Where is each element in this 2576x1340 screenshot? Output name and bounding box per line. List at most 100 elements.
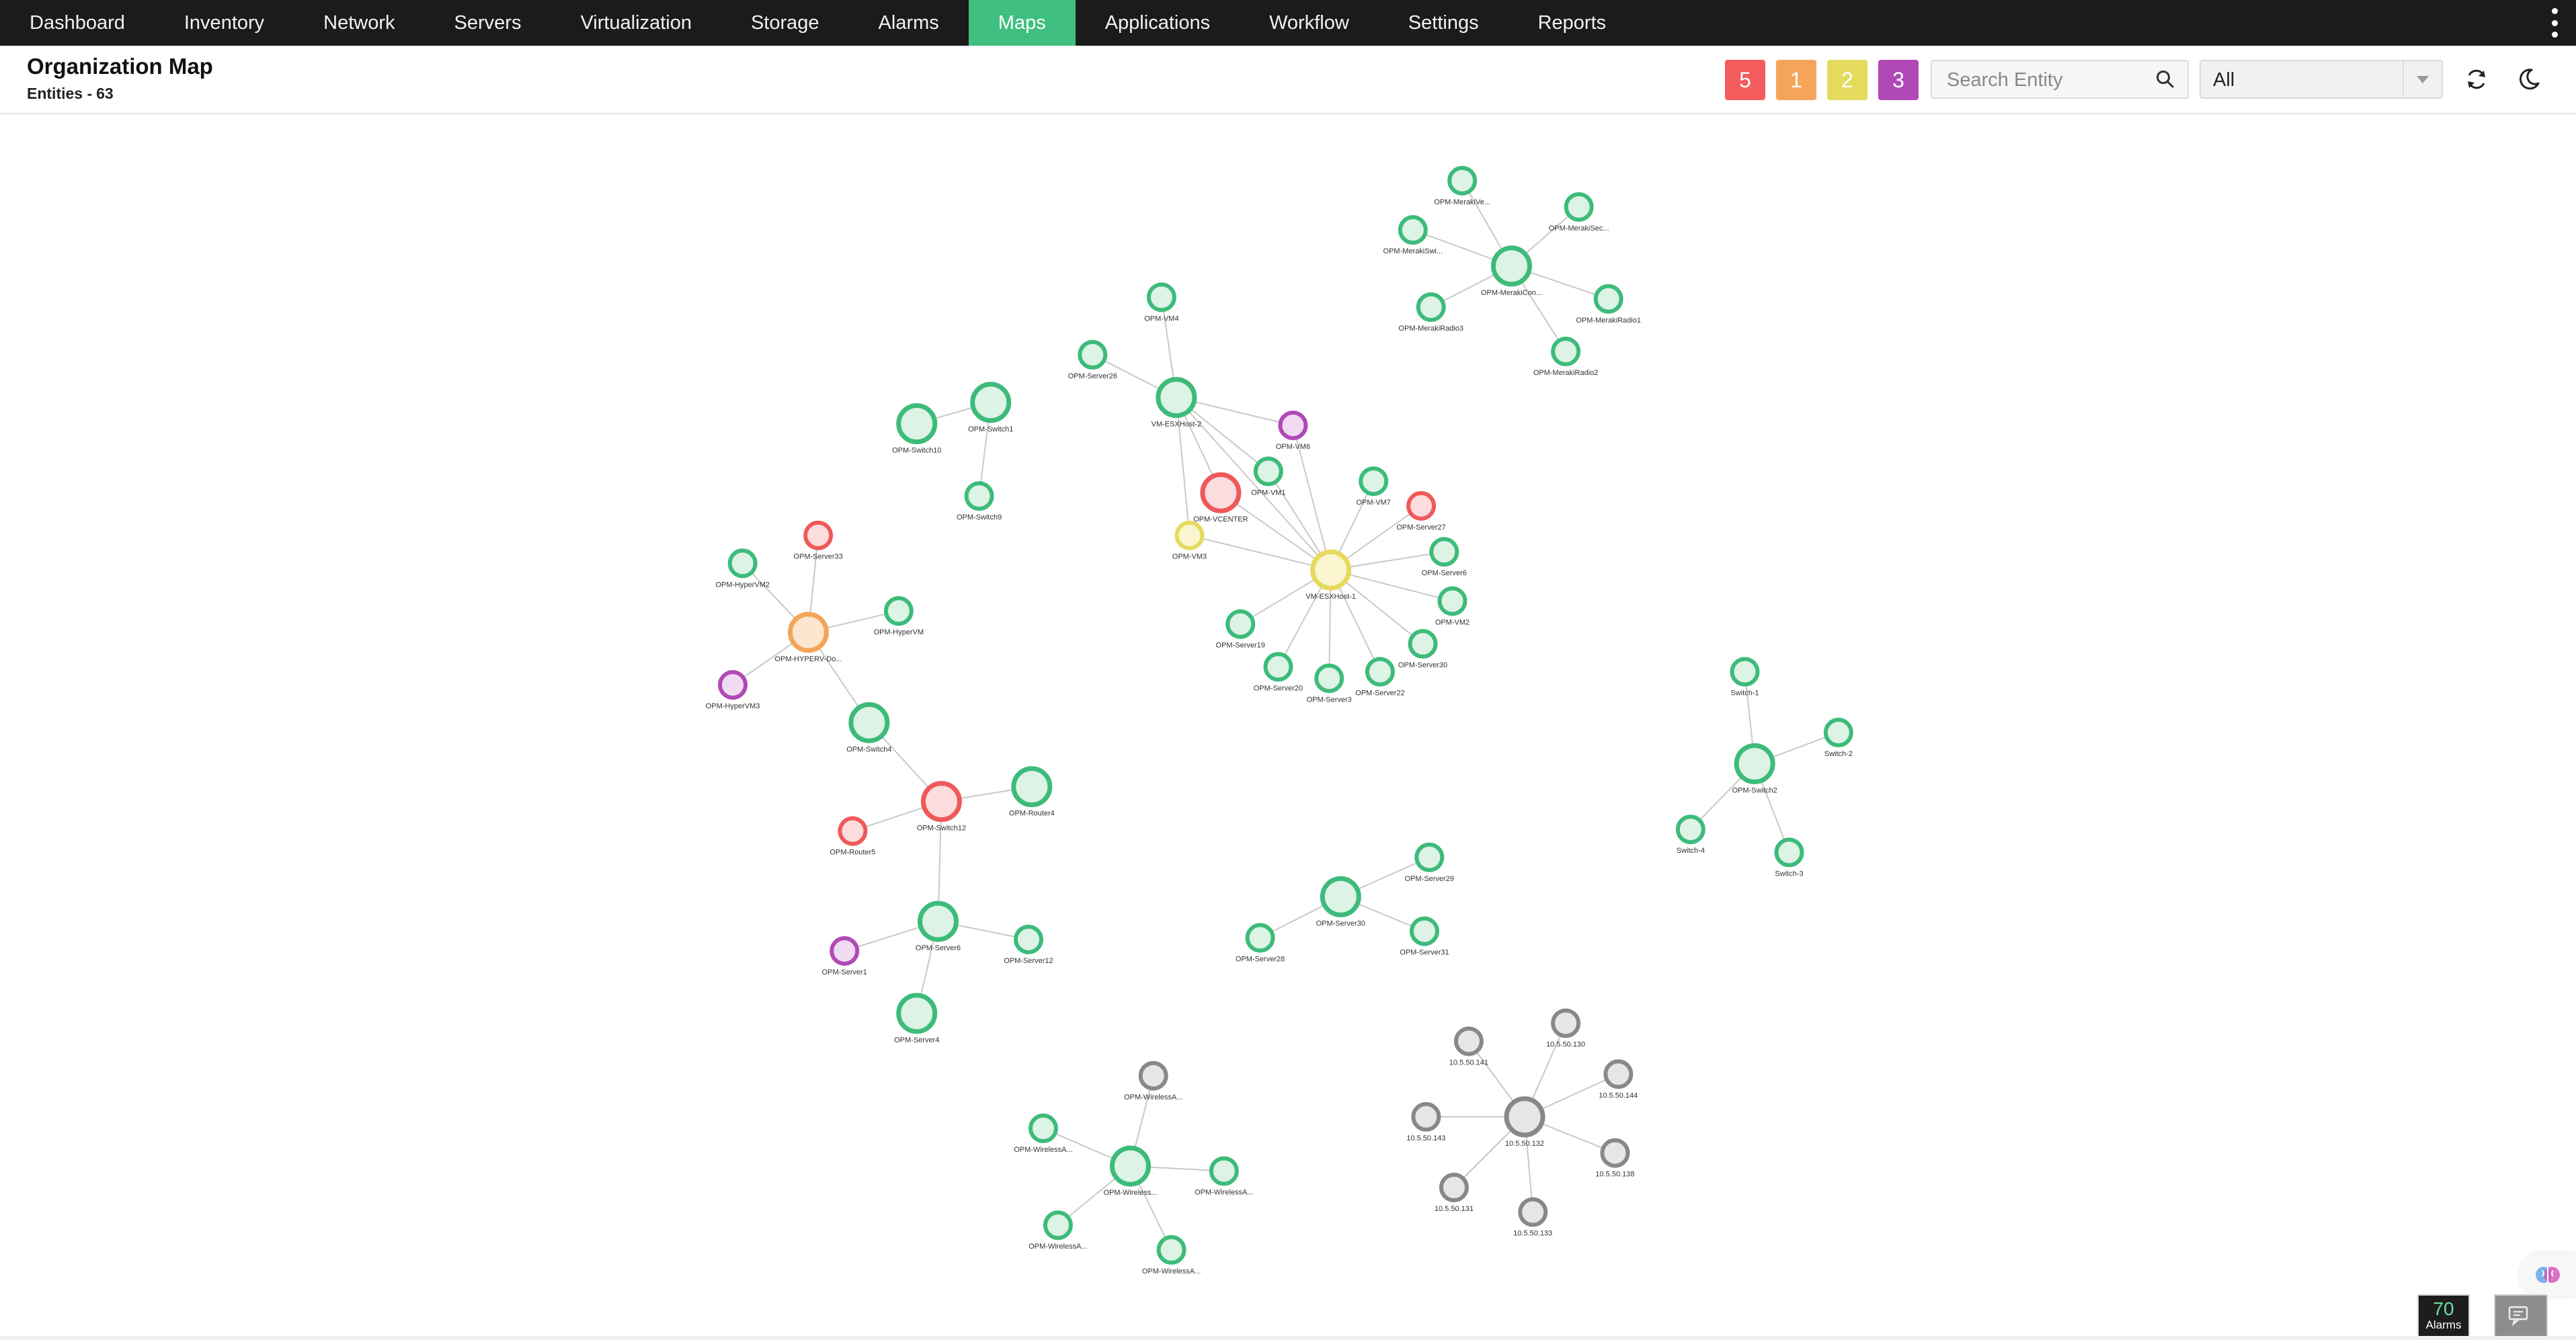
node-circle-clear[interactable] (1408, 629, 1438, 659)
node-circle-clear[interactable] (1013, 924, 1043, 954)
severity-badge-warning[interactable]: 3 (1878, 60, 1919, 100)
map-node[interactable]: VM-ESXHost-2 (1152, 376, 1202, 428)
node-circle-clear[interactable] (727, 548, 758, 579)
refresh-icon[interactable] (2463, 66, 2490, 93)
map-node[interactable]: OPM-WirelessA... (1142, 1234, 1201, 1275)
node-circle-clear[interactable] (1146, 282, 1176, 312)
map-node[interactable]: Switch-1 (1730, 657, 1760, 698)
nav-item-maps[interactable]: Maps (968, 0, 1076, 46)
map-node[interactable]: OPM-VCENTER (1193, 472, 1248, 524)
map-node[interactable]: OPM-HyperVM3 (706, 670, 760, 710)
map-node[interactable]: OPM-Server1 (822, 936, 867, 976)
node-circle-unknown[interactable] (1600, 1138, 1630, 1168)
node-circle-minor[interactable] (1310, 549, 1352, 591)
node-circle-clear[interactable] (1078, 339, 1108, 370)
map-node[interactable]: OPM-Switch2 (1732, 743, 1777, 794)
map-node[interactable]: OPM-Server26 (1068, 339, 1117, 380)
map-node[interactable]: 10.5.50.133 (1513, 1197, 1552, 1238)
entity-filter-select[interactable]: All (2200, 60, 2443, 99)
map-node[interactable]: OPM-MerakiSec... (1549, 192, 1609, 233)
map-node[interactable]: OPM-Switch4 (846, 702, 892, 753)
node-circle-unknown[interactable] (1411, 1101, 1441, 1132)
node-circle-clear[interactable] (970, 382, 1012, 423)
alarms-widget[interactable]: 70 Alarms (2417, 1294, 2470, 1337)
severity-badge-major[interactable]: 1 (1776, 60, 1816, 100)
node-circle-clear[interactable] (883, 596, 914, 626)
nav-item-inventory[interactable]: Inventory (155, 0, 294, 46)
map-node[interactable]: OPM-Wireless... (1103, 1145, 1158, 1197)
ai-assistant-button[interactable] (2520, 1253, 2576, 1297)
nav-item-applications[interactable]: Applications (1076, 0, 1240, 46)
node-circle-critical[interactable] (803, 520, 834, 550)
map-node[interactable]: OPM-WirelessA... (1029, 1210, 1088, 1251)
map-node[interactable]: OPM-Switch12 (917, 781, 966, 833)
node-circle-clear[interactable] (1225, 609, 1256, 639)
node-circle-clear[interactable] (1028, 1114, 1058, 1144)
map-node[interactable]: OPM-Server12 (1004, 924, 1053, 965)
node-circle-unknown[interactable] (1504, 1096, 1545, 1138)
map-node[interactable]: 10.5.50.141 (1449, 1026, 1488, 1066)
vertical-ellipsis-icon[interactable] (2549, 8, 2560, 38)
search-input[interactable] (1932, 61, 2163, 99)
map-node[interactable]: OPM-Server20 (1254, 652, 1303, 692)
nav-item-reports[interactable]: Reports (1508, 0, 1636, 46)
map-node[interactable]: Switch-3 (1774, 837, 1804, 878)
node-circle-clear[interactable] (1156, 1234, 1186, 1265)
node-circle-unknown[interactable] (1603, 1059, 1634, 1089)
nav-item-dashboard[interactable]: Dashboard (0, 0, 155, 46)
map-node[interactable]: OPM-MerakiCon... (1481, 245, 1542, 297)
map-node[interactable]: OPM-MerakiRadio3 (1398, 292, 1463, 333)
map-node[interactable]: OPM-Server28 (1236, 923, 1285, 964)
node-circle-clear[interactable] (1109, 1145, 1151, 1187)
map-node[interactable]: OPM-Server19 (1216, 609, 1265, 650)
map-node[interactable]: 10.5.50.132 (1504, 1096, 1545, 1148)
map-node[interactable]: OPM-Server30 (1398, 629, 1447, 669)
node-circle-clear[interactable] (1416, 292, 1446, 323)
node-circle-clear[interactable] (1409, 916, 1439, 946)
node-circle-critical[interactable] (1406, 491, 1437, 521)
map-node[interactable]: OPM-Server6 (916, 901, 961, 952)
map-node[interactable]: OPM-Router5 (830, 816, 876, 857)
organization-map[interactable]: OPM-MerakiCon... OPM-MerakiVe... OPM-Merak… (0, 114, 2576, 1340)
node-circle-unknown[interactable] (1439, 1173, 1469, 1203)
nav-item-workflow[interactable]: Workflow (1240, 0, 1379, 46)
node-circle-clear[interactable] (1209, 1156, 1239, 1186)
node-circle-clear[interactable] (896, 403, 938, 445)
node-circle-unknown[interactable] (1518, 1197, 1548, 1227)
node-circle-clear[interactable] (1245, 923, 1275, 953)
node-circle-unknown[interactable] (1551, 1008, 1581, 1038)
node-circle-unknown[interactable] (1453, 1026, 1484, 1056)
node-circle-major[interactable] (787, 612, 829, 653)
map-node[interactable]: OPM-Server22 (1355, 657, 1405, 698)
map-node[interactable]: OPM-Server29 (1405, 842, 1454, 883)
search-icon[interactable] (2155, 69, 2175, 89)
node-circle-clear[interactable] (896, 993, 938, 1034)
map-canvas[interactable]: OPM-MerakiCon... OPM-MerakiVe... OPM-Merak… (0, 114, 2576, 1340)
node-circle-warning[interactable] (718, 670, 748, 700)
node-circle-clear[interactable] (848, 702, 890, 743)
map-node[interactable]: Switch-2 (1823, 718, 1853, 758)
map-node[interactable]: OPM-VM7 (1357, 466, 1391, 507)
map-node[interactable]: OPM-VM6 (1276, 410, 1310, 451)
node-circle-critical[interactable] (920, 781, 962, 823)
map-node[interactable]: OPM-VM2 (1435, 586, 1470, 627)
node-circle-clear[interactable] (1823, 718, 1853, 748)
node-circle-clear[interactable] (1320, 876, 1361, 917)
map-node[interactable]: OPM-Server27 (1396, 491, 1446, 532)
node-circle-unknown[interactable] (1138, 1060, 1168, 1091)
map-node[interactable]: OPM-WirelessA... (1195, 1156, 1253, 1197)
chevron-down-icon[interactable] (2403, 61, 2442, 97)
map-node[interactable]: OPM-Switch10 (892, 403, 941, 455)
node-circle-clear[interactable] (1359, 466, 1389, 497)
map-node[interactable]: OPM-HYPERV-Do... (774, 612, 842, 663)
node-circle-clear[interactable] (1429, 537, 1459, 567)
map-node[interactable]: 10.5.50.130 (1546, 1008, 1585, 1049)
nav-item-alarms[interactable]: Alarms (849, 0, 969, 46)
map-node[interactable]: OPM-Server30 (1316, 876, 1365, 927)
nav-item-settings[interactable]: Settings (1379, 0, 1508, 46)
map-node[interactable]: OPM-MerakiSwi... (1383, 215, 1443, 255)
severity-badge-critical[interactable]: 5 (1725, 60, 1765, 100)
node-circle-clear[interactable] (1734, 743, 1775, 784)
map-node[interactable]: OPM-VM3 (1172, 520, 1207, 561)
map-node[interactable]: 10.5.50.138 (1595, 1138, 1635, 1179)
